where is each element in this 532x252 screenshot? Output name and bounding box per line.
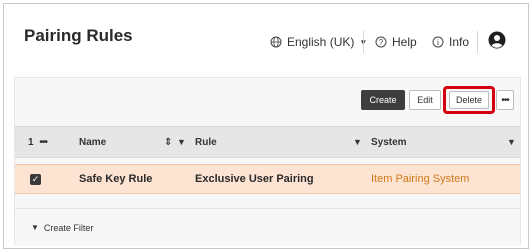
column-header-name[interactable]: Name <box>79 137 106 148</box>
language-selector[interactable]: English (UK) ▼ <box>270 35 367 49</box>
row-checkbox[interactable]: ✓ <box>30 174 41 185</box>
info-link[interactable]: i Info <box>432 35 469 49</box>
column-header-rule[interactable]: Rule <box>195 137 217 148</box>
create-filter-button[interactable]: ▼ Create Filter <box>15 208 520 246</box>
divider <box>363 31 364 53</box>
selection-menu-icon: ••• <box>39 137 47 148</box>
help-link[interactable]: ? Help <box>375 35 417 49</box>
header: Pairing Rules English (UK) ▼ ? Help i In <box>4 4 528 78</box>
help-label: Help <box>392 35 417 49</box>
selection-count[interactable]: 1 ••• <box>28 137 48 148</box>
svg-text:i: i <box>437 38 440 47</box>
cell-system-link[interactable]: Item Pairing System <box>371 173 469 185</box>
table-header: 1 ••• Name ⇕ ▼ Rule ▼ System ▼ <box>15 126 520 158</box>
more-actions-button[interactable]: ••• <box>496 90 514 110</box>
question-circle-icon: ? <box>375 36 387 48</box>
filter-icon[interactable]: ▼ <box>177 137 186 147</box>
selection-count-value: 1 <box>28 137 34 148</box>
user-avatar-icon[interactable] <box>488 31 506 49</box>
page-title: Pairing Rules <box>24 26 133 45</box>
rules-table: 1 ••• Name ⇕ ▼ Rule ▼ System ▼ ✓ Safe Ke… <box>15 126 520 194</box>
toolbar: Create Edit Delete ••• <box>15 78 520 126</box>
delete-button[interactable]: Delete <box>449 91 489 109</box>
edit-button[interactable]: Edit <box>409 90 441 110</box>
language-label: English (UK) <box>287 35 355 49</box>
cell-name: Safe Key Rule <box>79 173 153 185</box>
svg-text:?: ? <box>379 38 384 47</box>
cell-rule: Exclusive User Pairing <box>195 173 314 185</box>
content-panel: Create Edit Delete ••• 1 ••• Name ⇕ ▼ Ru… <box>14 77 521 246</box>
filter-icon[interactable]: ▼ <box>507 137 516 147</box>
app-window: Pairing Rules English (UK) ▼ ? Help i In <box>3 3 529 249</box>
delete-highlight: Delete <box>443 86 495 114</box>
create-button[interactable]: Create <box>361 90 405 110</box>
sort-icon[interactable]: ⇕ <box>164 137 172 148</box>
info-label: Info <box>449 35 470 49</box>
create-filter-label: Create Filter <box>43 222 94 233</box>
column-header-system[interactable]: System <box>371 137 407 148</box>
globe-icon <box>270 36 282 48</box>
filter-icon: ▼ <box>31 223 39 232</box>
filter-icon[interactable]: ▼ <box>353 137 362 147</box>
divider <box>477 31 478 53</box>
table-row[interactable]: ✓ Safe Key Rule Exclusive User Pairing I… <box>15 164 520 194</box>
info-circle-icon: i <box>432 36 444 48</box>
